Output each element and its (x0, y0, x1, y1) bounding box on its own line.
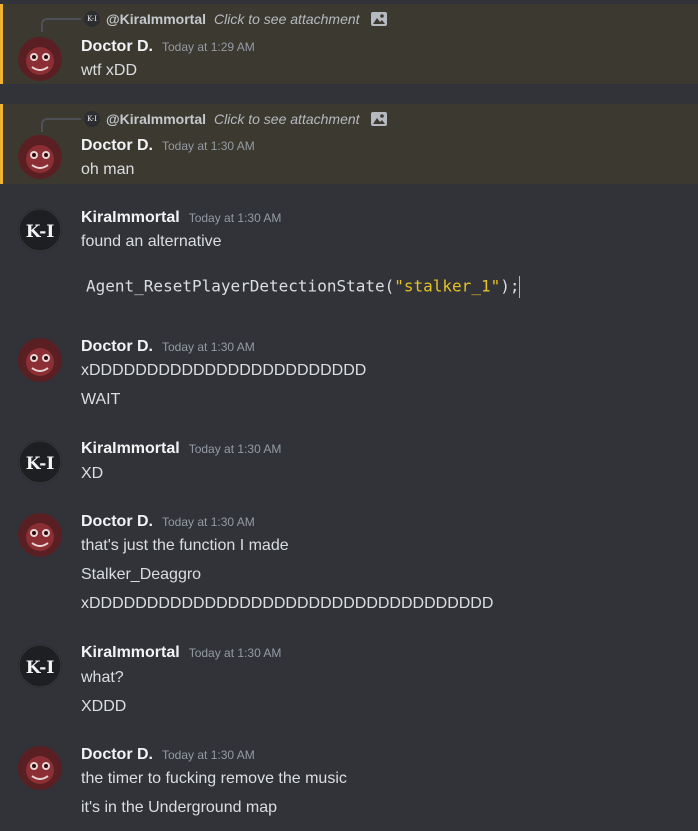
reply-mention[interactable]: @KiraImmortal (106, 11, 206, 27)
reply-avatar-icon: K-I (84, 11, 100, 27)
message-text: wtf xDD (81, 62, 137, 79)
timestamp: Today at 1:30 AM (188, 646, 282, 660)
message-text: XD (81, 465, 104, 482)
reply-connector (41, 18, 81, 32)
author-name[interactable]: Doctor D. Today at 1:30 AM (81, 338, 255, 356)
avatar[interactable] (18, 746, 62, 790)
avatar[interactable]: K-I (18, 644, 62, 688)
message-text: the timer to fucking remove the music (81, 770, 347, 787)
message-text: XDDD (81, 698, 127, 715)
timestamp: Today at 1:30 AM (162, 340, 255, 354)
avatar[interactable] (18, 135, 62, 179)
svg-text:K-I: K-I (26, 222, 55, 242)
reply-reference[interactable]: K-I @KiraImmortal Click to see attachmen… (84, 11, 388, 27)
message-text: found an alternative (81, 233, 222, 250)
reply-attachment-text[interactable]: Click to see attachment (214, 111, 360, 127)
reply-avatar-icon: K-I (84, 111, 100, 127)
avatar[interactable]: K-I (18, 208, 62, 252)
message-7[interactable]: K-I KiraImmortal Today at 1:30 AM what? X… (0, 636, 698, 726)
message-text: oh man (81, 161, 135, 178)
svg-text:K-I: K-I (26, 454, 55, 474)
code-line[interactable]: Agent_ResetPlayerDetectionState("stalker… (86, 276, 521, 298)
avatar[interactable] (18, 338, 62, 382)
timestamp: Today at 1:30 AM (188, 442, 282, 456)
message-1[interactable]: K-I @KiraImmortal Click to see attachmen… (0, 4, 698, 84)
message-text: it's in the Underground map (81, 799, 278, 816)
reply-reference[interactable]: K-I @KiraImmortal Click to see attachmen… (84, 111, 388, 127)
message-3[interactable]: K-I KiraImmortal Today at 1:30 AM found a… (0, 200, 698, 310)
avatar[interactable] (18, 37, 62, 81)
message-8[interactable]: Doctor D. Today at 1:30 AM the timer to f… (0, 738, 698, 831)
avatar[interactable] (18, 513, 62, 557)
message-text: xDDDDDDDDDDDDDDDDDDDDDDDD (81, 362, 367, 379)
message-5[interactable]: K-I KiraImmortal Today at 1:30 AM XD (0, 432, 698, 492)
reply-mention[interactable]: @KiraImmortal (106, 111, 206, 127)
author-name[interactable]: KiraImmortal Today at 1:30 AM (81, 209, 281, 227)
message-6[interactable]: Doctor D. Today at 1:30 AM that's just th… (0, 505, 698, 620)
message-text: xDDDDDDDDDDDDDDDDDDDDDDDDDDDDDDDDDDD (81, 595, 494, 612)
author-name[interactable]: KiraImmortal Today at 1:30 AM (81, 440, 281, 458)
reply-connector (41, 118, 81, 132)
svg-text:K-I: K-I (26, 658, 55, 678)
message-text: what? (81, 669, 124, 686)
reply-attachment-text[interactable]: Click to see attachment (214, 11, 360, 27)
timestamp: Today at 1:30 AM (162, 515, 255, 529)
message-text: Stalker_Deaggro (81, 566, 202, 583)
timestamp: Today at 1:30 AM (162, 748, 255, 762)
message-2[interactable]: K-I @KiraImmortal Click to see attachmen… (0, 104, 698, 184)
timestamp: Today at 1:30 AM (162, 139, 255, 153)
timestamp: Today at 1:29 AM (162, 40, 255, 54)
author-name[interactable]: Doctor D. Today at 1:30 AM (81, 513, 255, 531)
message-text: WAIT (81, 391, 121, 408)
timestamp: Today at 1:30 AM (188, 211, 282, 225)
message-text: that's just the function I made (81, 537, 289, 554)
author-name[interactable]: KiraImmortal Today at 1:30 AM (81, 644, 281, 662)
image-icon (370, 12, 387, 26)
avatar[interactable]: K-I (18, 440, 62, 484)
author-name[interactable]: Doctor D. Today at 1:30 AM (81, 137, 255, 155)
author-name[interactable]: Doctor D. Today at 1:29 AM (81, 38, 255, 56)
text-cursor (519, 276, 521, 298)
image-icon (370, 112, 387, 126)
message-4[interactable]: Doctor D. Today at 1:30 AM xDDDDDDDDDDDDD… (0, 330, 698, 420)
author-name[interactable]: Doctor D. Today at 1:30 AM (81, 746, 255, 764)
